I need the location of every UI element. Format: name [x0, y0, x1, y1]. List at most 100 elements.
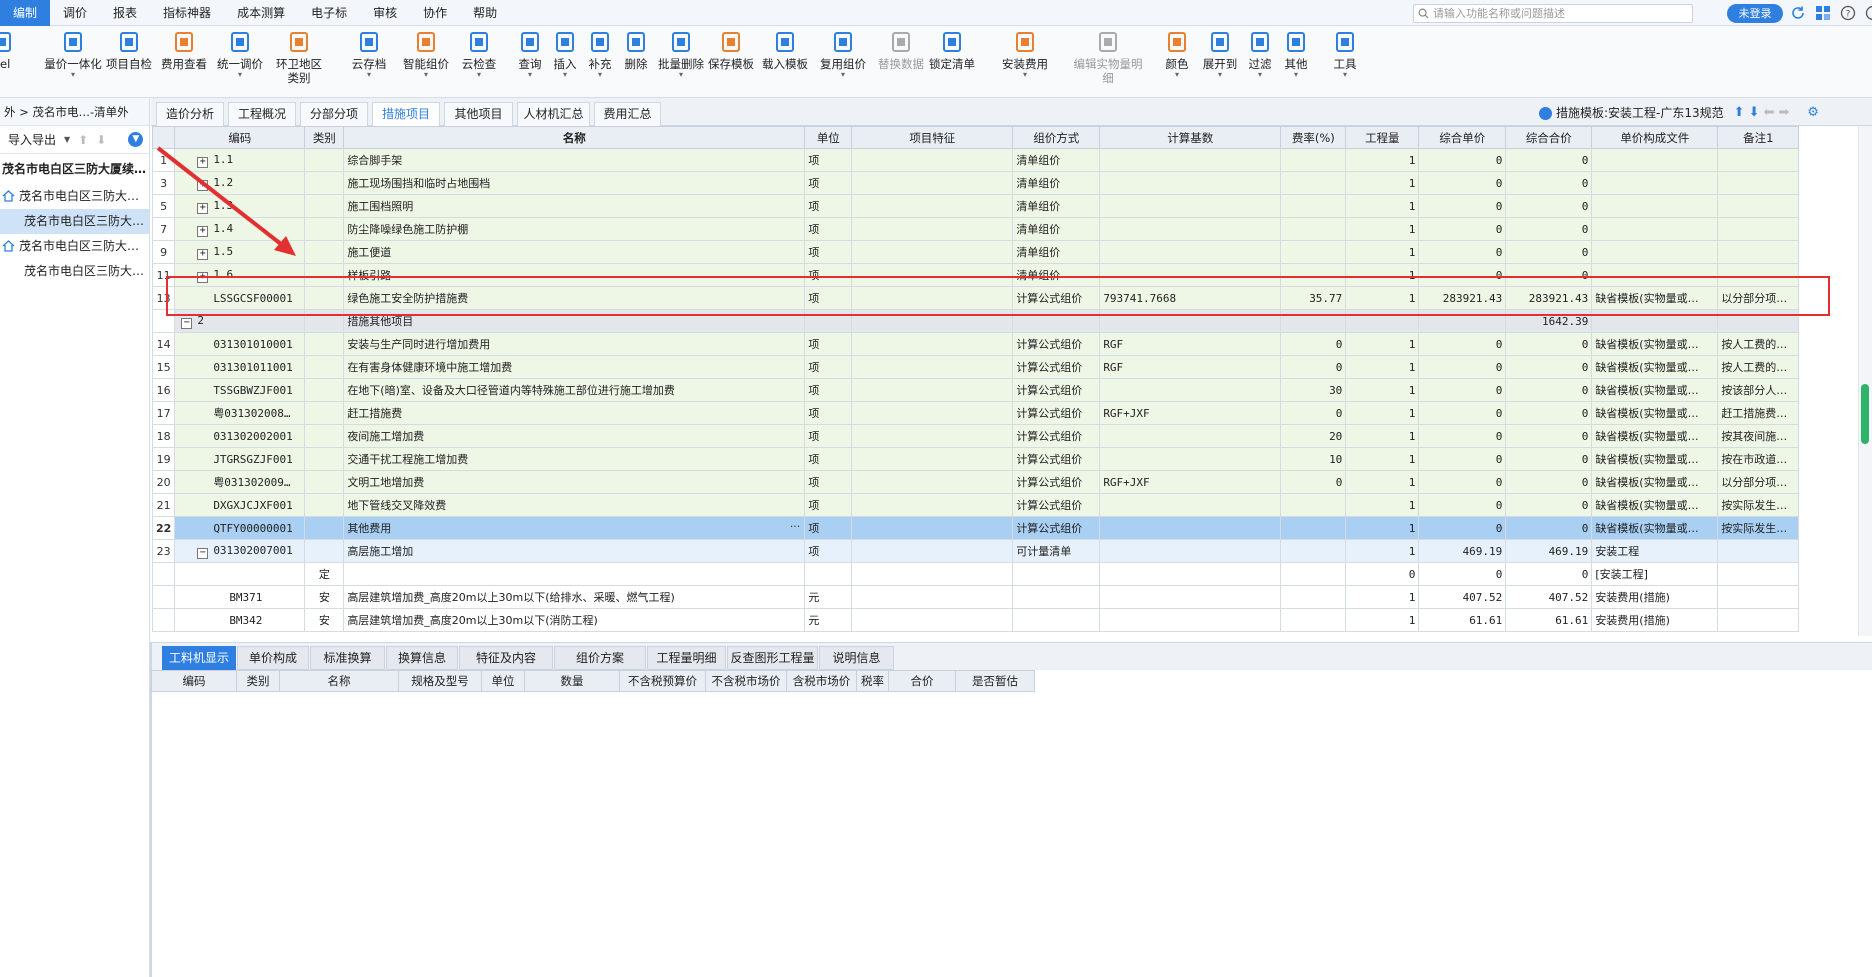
cell-qty[interactable]: 1 [1345, 217, 1420, 241]
tree-node[interactable]: 茂名市电白区三防大厦续… [0, 154, 149, 184]
cell-name[interactable]: 安装与生产同时进行增加费用 [343, 332, 806, 356]
project-check-button[interactable]: 项目自检 [104, 30, 154, 94]
cell-total[interactable]: 0 [1505, 148, 1593, 172]
table-row[interactable]: 14 031301010001 安装与生产同时进行增加费用项计算公式组价 RGF 0 1 0… [152, 332, 1800, 356]
cell-cat[interactable]: 安 [304, 585, 345, 609]
table-row[interactable]: 21 DXGXJCJXF001 地下管线交叉降效费项计算公式组价 1 0 0 缺省模板(实物… [152, 493, 1800, 517]
cell-code[interactable]: −2 [174, 309, 306, 333]
cell-feature[interactable] [851, 585, 1014, 609]
cell-base[interactable] [1099, 585, 1282, 609]
cell-method[interactable]: 计算公式组价 [1012, 401, 1101, 425]
cell-name[interactable]: 综合脚手架 [343, 148, 806, 172]
cell-feature[interactable] [851, 516, 1014, 540]
cell-name[interactable]: 措施其他项目 [343, 309, 806, 333]
cell-rate[interactable]: 20 [1280, 424, 1347, 448]
insert-button[interactable]: 插入 ▾ [550, 30, 580, 94]
cell-name[interactable]: 地下管线交叉降效费 [343, 493, 806, 517]
cell-name[interactable]: 在地下(暗)室、设备及大口径管道内等特殊施工部位进行施工增加费 [343, 378, 806, 402]
cell-rate[interactable] [1280, 608, 1347, 632]
table-row[interactable]: 16 TSSGBWZJF001 在地下(暗)室、设备及大口径管道内等特殊施工部位进行… [152, 378, 1800, 402]
column-header[interactable]: 项目特征 [851, 126, 1014, 149]
cell-unit_price[interactable]: 61.61 [1418, 608, 1507, 632]
cell-cat[interactable] [304, 217, 345, 241]
cell-name[interactable]: 交通干扰工程施工增加费 [343, 447, 806, 471]
detail-tab-4[interactable]: 特征及内容 [459, 646, 553, 670]
cell-base[interactable] [1099, 447, 1282, 471]
price-integration-button[interactable]: 量价一体化 ▾ [44, 30, 102, 94]
column-header[interactable]: 名称 [343, 126, 806, 149]
table-row[interactable]: BM371 安高层建筑增加费_高度20m以上30m以下(给排水、采暖、燃气工程) 元… [152, 585, 1800, 609]
cell-file[interactable]: 缺省模板(实物量或… [1591, 378, 1719, 402]
cell-method[interactable]: 计算公式组价 [1012, 493, 1101, 517]
cell-total[interactable]: 0 [1505, 470, 1593, 494]
column-header[interactable]: 类别 [304, 126, 345, 149]
cell-unit[interactable]: 项 [804, 194, 853, 218]
tab-0[interactable]: 造价分析 [156, 102, 224, 126]
cell-code[interactable]: BM342 [174, 608, 306, 632]
detail-column-header[interactable]: 含税市场价 [786, 670, 857, 692]
cell-rate[interactable] [1280, 585, 1347, 609]
detail-tab-2[interactable]: 标准换算 [310, 646, 385, 670]
chevron-down-icon[interactable]: ▼ [64, 135, 70, 144]
cell-base[interactable]: RGF [1099, 332, 1282, 356]
cell-note[interactable]: 按人工费的… [1717, 355, 1800, 379]
expand-icon[interactable]: + [197, 202, 209, 214]
cell-unit_price[interactable]: 0 [1418, 470, 1507, 494]
column-header[interactable]: 工程量 [1345, 126, 1420, 149]
cell-note[interactable] [1717, 171, 1800, 195]
cell-note[interactable] [1717, 217, 1800, 241]
cell-unit[interactable]: 项 [804, 424, 853, 448]
cell-name[interactable]: 赶工措施费 [343, 401, 806, 425]
cell-base[interactable]: RGF+JXF [1099, 401, 1282, 425]
time-icon[interactable] [1865, 5, 1872, 21]
cell-note[interactable]: 按实际发生… [1717, 516, 1800, 540]
login-button[interactable]: 未登录 [1727, 4, 1783, 23]
tools-button[interactable]: 工具 ▾ [1330, 30, 1360, 94]
cell-unit[interactable]: 项 [804, 263, 853, 287]
load-template-button[interactable]: 载入模板 [758, 30, 812, 94]
cell-qty[interactable]: 1 [1345, 493, 1420, 517]
tab-1[interactable]: 工程概况 [228, 102, 296, 126]
table-row[interactable]: 17 粤031302008… 赶工措施费项计算公式组价 RGF+JXF 0 1 0 0 缺省模板… [152, 401, 1800, 425]
cell-file[interactable]: 安装费用(措施) [1591, 585, 1719, 609]
column-header[interactable]: 费率(%) [1280, 126, 1347, 149]
cell-unit[interactable]: 项 [804, 447, 853, 471]
cell-note[interactable]: 赶工措施费… [1717, 401, 1800, 425]
cell-note[interactable]: 按实际发生… [1717, 493, 1800, 517]
cell-total[interactable]: 407.52 [1505, 585, 1593, 609]
cell-name[interactable]: 高层建筑增加费_高度20m以上30m以下(消防工程) [343, 608, 806, 632]
cell-cat[interactable] [304, 401, 345, 425]
cell-file[interactable]: 缺省模板(实物量或… [1591, 424, 1719, 448]
cell-qty[interactable]: 1 [1345, 585, 1420, 609]
cell-feature[interactable] [851, 332, 1014, 356]
cell-method[interactable]: 清单组价 [1012, 148, 1101, 172]
cell-qty[interactable]: 0 [1345, 562, 1420, 586]
table-row[interactable]: 定 0 0 0 [安装工程] [152, 562, 1800, 586]
cell-total[interactable]: 0 [1505, 217, 1593, 241]
cell-note[interactable]: 按其夜间施… [1717, 424, 1800, 448]
column-header[interactable]: 单位 [804, 126, 853, 149]
collapse-icon[interactable]: − [181, 317, 193, 329]
expand-icon[interactable]: + [197, 248, 209, 260]
cell-note[interactable]: 以分部分项… [1717, 286, 1800, 310]
cell-base[interactable] [1099, 493, 1282, 517]
menu-item[interactable]: 审核 [360, 0, 410, 26]
cell-cat[interactable] [304, 332, 345, 356]
cell-total[interactable]: 0 [1505, 171, 1593, 195]
menu-item[interactable]: 指标神器 [150, 0, 224, 26]
cell-cat[interactable] [304, 539, 345, 563]
cell-qty[interactable]: 1 [1345, 470, 1420, 494]
cell-total[interactable]: 0 [1505, 263, 1593, 287]
cell-qty[interactable]: 1 [1345, 263, 1420, 287]
cell-unit_price[interactable]: 0 [1418, 240, 1507, 264]
cell-code[interactable]: DXGXJCJXF001 [174, 493, 306, 517]
detail-tab-1[interactable]: 单价构成 [237, 646, 309, 670]
cell-base[interactable] [1099, 539, 1282, 563]
cell-name[interactable]: 高层建筑增加费_高度20m以上30m以下(给排水、采暖、燃气工程) [343, 585, 806, 609]
collapse-panel-icon[interactable]: ▼ [128, 132, 144, 147]
cell-file[interactable]: 安装费用(措施) [1591, 608, 1719, 632]
cell-feature[interactable] [851, 286, 1014, 310]
expand-icon[interactable]: + [197, 156, 209, 168]
table-row[interactable]: 1 +1.1 综合脚手架项清单组价 1 0 0 [152, 148, 1800, 172]
cell-base[interactable] [1099, 148, 1282, 172]
